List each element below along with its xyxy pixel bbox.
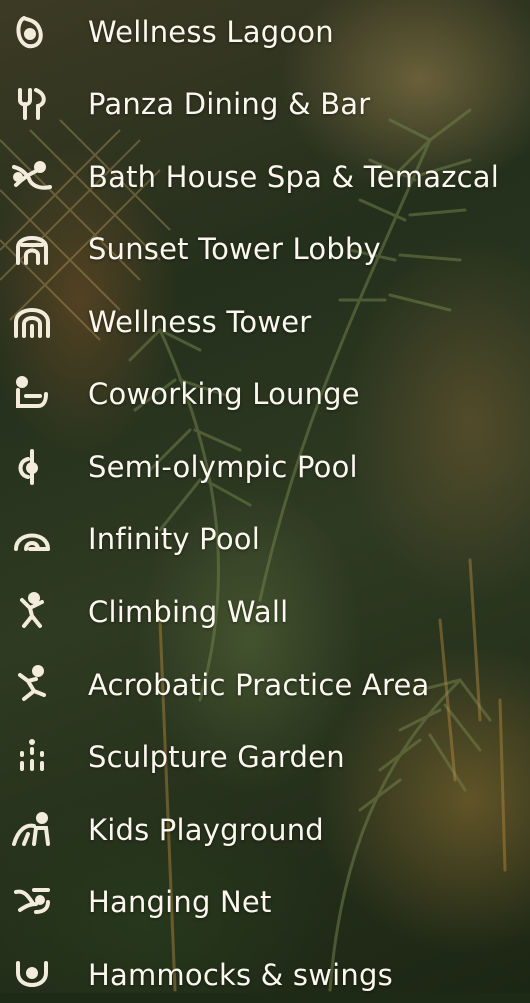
amenity-label: Infinity Pool (88, 522, 260, 556)
sculpture-icon (4, 735, 60, 779)
amenity-label: Sunset Tower Lobby (88, 232, 381, 266)
climbing-icon (4, 590, 60, 634)
list-item-semi-olympic-pool[interactable]: Semi-olympic Pool (0, 439, 530, 495)
list-item-bath-house-spa[interactable]: Bath House Spa & Temazcal (0, 149, 530, 205)
amenity-label: Sculpture Garden (88, 740, 345, 774)
infinity-pool-icon (4, 517, 60, 561)
list-item-wellness-tower[interactable]: Wellness Tower (0, 294, 530, 350)
spa-icon (4, 155, 60, 199)
amenity-label: Semi-olympic Pool (88, 450, 358, 484)
hammock-icon (4, 953, 60, 997)
hanging-net-icon (4, 880, 60, 924)
list-item-acrobatic-practice[interactable]: Acrobatic Practice Area (0, 657, 530, 713)
list-item-infinity-pool[interactable]: Infinity Pool (0, 511, 530, 567)
tower-lobby-icon (4, 227, 60, 271)
list-item-wellness-lagoon[interactable]: Wellness Lagoon (0, 4, 530, 60)
wellness-tower-icon (4, 300, 60, 344)
lagoon-icon (4, 10, 60, 54)
amenity-label: Climbing Wall (88, 595, 289, 629)
list-item-hanging-net[interactable]: Hanging Net (0, 874, 530, 930)
amenity-label: Wellness Tower (88, 305, 312, 339)
list-item-climbing-wall[interactable]: Climbing Wall (0, 584, 530, 640)
list-item-panza-dining[interactable]: Panza Dining & Bar (0, 76, 530, 132)
amenity-label: Coworking Lounge (88, 377, 360, 411)
amenity-label: Kids Playground (88, 813, 324, 847)
list-item-coworking-lounge[interactable]: Coworking Lounge (0, 366, 530, 422)
amenity-label: Acrobatic Practice Area (88, 668, 430, 702)
amenity-label: Panza Dining & Bar (88, 87, 371, 121)
dining-icon (4, 82, 60, 126)
amenity-label: Hammocks & swings (88, 958, 393, 992)
list-item-hammocks-swings[interactable]: Hammocks & swings (0, 947, 530, 1003)
playground-icon (4, 808, 60, 852)
pool-icon (4, 445, 60, 489)
list-item-sunset-tower-lobby[interactable]: Sunset Tower Lobby (0, 221, 530, 277)
amenity-label: Hanging Net (88, 885, 272, 919)
list-item-sculpture-garden[interactable]: Sculpture Garden (0, 729, 530, 785)
acrobatic-icon (4, 663, 60, 707)
coworking-icon (4, 372, 60, 416)
amenity-label: Bath House Spa & Temazcal (88, 160, 500, 194)
amenity-label: Wellness Lagoon (88, 15, 334, 49)
list-item-kids-playground[interactable]: Kids Playground (0, 802, 530, 858)
